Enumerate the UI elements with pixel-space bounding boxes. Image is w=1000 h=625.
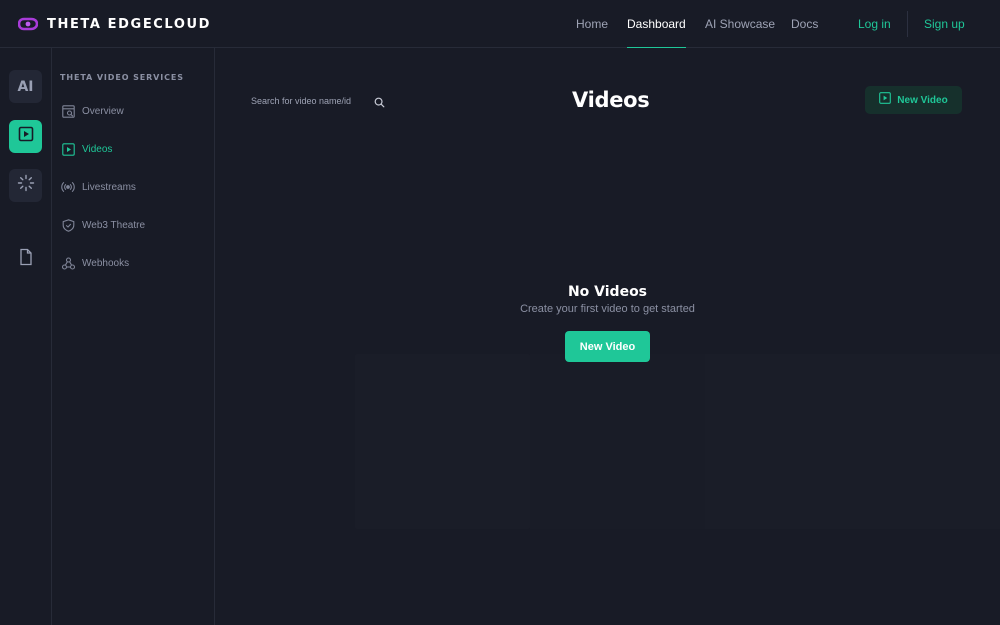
side-menu: THETA VIDEO SERVICES Overview Videos Liv…: [52, 48, 215, 625]
background-panel: [705, 354, 1000, 529]
sidebar-item-label: Videos: [82, 143, 113, 155]
signup-link[interactable]: Sign up: [924, 0, 965, 48]
login-link[interactable]: Log in: [858, 0, 891, 48]
sidebar-item-overview[interactable]: Overview: [61, 102, 124, 120]
sidebar-item-webhooks[interactable]: Webhooks: [61, 254, 129, 272]
video-icon: [18, 126, 34, 147]
new-video-button[interactable]: New Video: [865, 86, 962, 114]
new-video-button-label: New Video: [897, 94, 948, 106]
sidebar-item-livestreams[interactable]: Livestreams: [61, 178, 136, 196]
nav-docs[interactable]: Docs: [791, 0, 818, 48]
sidebar-item-videos[interactable]: Videos: [61, 140, 112, 158]
sidebar-item-label: Web3 Theatre: [82, 219, 146, 231]
background-panel: [530, 354, 705, 529]
empty-state-subtitle: Create your first video to get started: [520, 303, 695, 315]
broadcast-icon: [61, 180, 75, 194]
rail-ai-button[interactable]: AI: [9, 70, 42, 103]
nav-divider: [907, 11, 908, 37]
video-icon: [61, 142, 75, 156]
rail-loader-button[interactable]: [9, 169, 42, 202]
search-icon[interactable]: [374, 95, 385, 108]
brand-name: THETA EDGECLOUD: [47, 16, 212, 32]
nav-dashboard[interactable]: Dashboard: [627, 0, 686, 49]
rail-video-button[interactable]: [9, 120, 42, 153]
search-input[interactable]: [251, 91, 371, 111]
webhook-icon: [61, 256, 75, 270]
video-icon: [879, 91, 892, 109]
nav-home[interactable]: Home: [576, 0, 608, 48]
nav-ai-showcase[interactable]: AI Showcase: [705, 0, 775, 48]
loader-icon: [17, 174, 35, 197]
main-content: Videos New Video No Videos Create your f…: [215, 48, 1000, 625]
overview-icon: [61, 104, 75, 118]
ai-icon: AI: [17, 78, 34, 95]
sidebar-item-label: Webhooks: [82, 257, 130, 269]
theta-logo-icon: [18, 17, 38, 31]
icon-rail: AI: [0, 48, 52, 625]
shield-icon: [61, 218, 75, 232]
sidebar-item-label: Overview: [82, 105, 124, 117]
sidebar-item-label: Livestreams: [82, 181, 136, 193]
empty-state-title: No Videos: [567, 284, 648, 300]
sidebar-item-web3-theatre[interactable]: Web3 Theatre: [61, 216, 145, 234]
brand-logo[interactable]: THETA EDGECLOUD: [18, 14, 211, 34]
page-title: Videos: [572, 88, 650, 112]
side-menu-heading: THETA VIDEO SERVICES: [60, 73, 184, 82]
top-bar: THETA EDGECLOUD Home Dashboard AI Showca…: [0, 0, 1000, 49]
background-panel: [355, 354, 530, 529]
document-icon[interactable]: [17, 248, 35, 266]
search-box: [251, 90, 391, 112]
create-video-button[interactable]: New Video: [565, 331, 650, 362]
